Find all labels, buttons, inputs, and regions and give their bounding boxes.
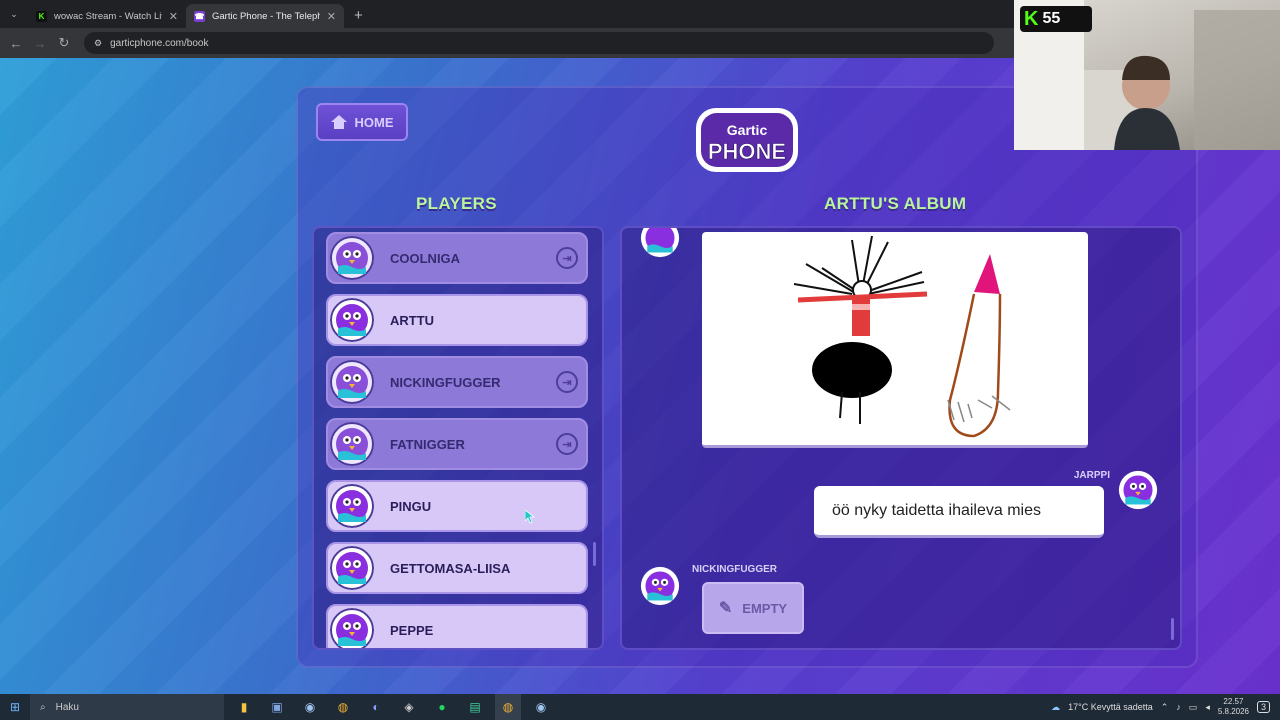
spotify-icon[interactable]: ● <box>429 694 455 720</box>
bird-avatar-icon <box>1118 470 1158 510</box>
player-row[interactable]: NICKINGFUGGER ⇥ <box>326 356 588 408</box>
next-author-name: NICKINGFUGGER <box>692 564 777 575</box>
windows-taskbar: ⊞ ⌕ Haku ▮ ▣ ◉ ◍ ◐ ◈ ● ▤ ◍ ◉ ☁ 17°C Kevy… <box>0 694 1280 720</box>
kick-icon: K <box>1024 7 1039 30</box>
steam-icon[interactable]: ◉ <box>528 694 554 720</box>
bird-avatar-icon <box>640 566 680 606</box>
player-list[interactable]: COOLNIGA ⇥ ARTTU NICKINGFUGGER ⇥ FATNIGG… <box>312 226 604 650</box>
players-header: PLAYERS <box>416 194 497 213</box>
bird-avatar-icon <box>330 298 374 342</box>
mouse-cursor-icon <box>525 510 535 524</box>
gartic-phone-logo: Gartic PHONE <box>684 104 810 178</box>
app-icon[interactable]: ▤ <box>462 694 488 720</box>
album-header: ARTTU'S ALBUM <box>824 194 967 213</box>
guess-author-name: JARPPI <box>1073 470 1110 481</box>
viewer-count: 55 <box>1042 10 1061 27</box>
forward-icon[interactable]: → <box>28 36 52 51</box>
player-row[interactable]: ARTTU <box>326 294 588 346</box>
volume-icon[interactable]: ◂ <box>1205 702 1210 713</box>
kick-player-icon[interactable]: ⇥ <box>556 371 578 393</box>
tab-search-dropdown-icon[interactable]: ⌄ <box>4 4 24 24</box>
player-row[interactable]: COOLNIGA ⇥ <box>326 232 588 284</box>
tab-title: wowac Stream - Watch Live on K <box>54 10 162 22</box>
new-tab-icon[interactable]: + <box>344 7 373 28</box>
player-name: NICKINGFUGGER <box>390 374 501 390</box>
bird-avatar-icon <box>640 228 680 258</box>
chrome-icon[interactable]: ◍ <box>330 694 356 720</box>
chrome-active-icon[interactable]: ◍ <box>495 694 521 720</box>
logo-main-text: PHONE <box>708 139 786 164</box>
player-name: GETTOMASA-LIISA <box>390 560 511 576</box>
guess-text: öö nyky taidetta ihaileva mies <box>832 501 1041 519</box>
microphone-icon[interactable]: ♪ <box>1176 702 1181 712</box>
system-tray: ☁ 17°C Kevyttä sadetta ⌃ ♪ ▭ ◂ 22.57 5.8… <box>1051 697 1280 717</box>
viewer-count-badge: K 55 <box>1020 6 1092 32</box>
player-name: PINGU <box>390 498 432 514</box>
gartic-icon: ☎ <box>194 10 205 22</box>
player-name: ARTTU <box>390 312 435 328</box>
game-stage: HOME Gartic PHONE PLAYERS ARTTU'S ALBUM … <box>0 58 1280 694</box>
player-row[interactable]: FATNIGGER ⇥ <box>326 418 588 470</box>
chevron-up-icon[interactable]: ⌃ <box>1161 702 1169 713</box>
kick-player-icon[interactable]: ⇥ <box>556 433 578 455</box>
guess-bubble: öö nyky taidetta ihaileva mies <box>814 486 1104 538</box>
site-info-icon[interactable]: ⚙ <box>94 38 102 49</box>
url-text: garticphone.com/book <box>110 37 209 49</box>
close-tab-icon[interactable]: ✕ <box>327 10 336 23</box>
album-drawing <box>702 232 1088 448</box>
tab-kick-stream[interactable]: K wowac Stream - Watch Live on K ✕ <box>28 4 186 28</box>
reload-icon[interactable]: ↻ <box>52 35 76 51</box>
app-icon[interactable]: ◈ <box>396 694 422 720</box>
player-name: FATNIGGER <box>390 436 465 452</box>
taskbar-search[interactable]: ⌕ Haku <box>30 694 224 720</box>
album-scrollbar[interactable] <box>1171 618 1174 640</box>
clock-date: 5.8.2026 <box>1217 707 1249 716</box>
home-label: HOME <box>354 114 394 130</box>
bird-avatar-icon <box>330 546 374 590</box>
player-row[interactable]: GETTOMASA-LIISA <box>326 542 588 594</box>
webcam-overlay: K 55 <box>1014 0 1280 150</box>
player-name: PEPPE <box>390 622 434 638</box>
home-icon <box>330 115 347 129</box>
bird-avatar-icon <box>330 236 374 280</box>
empty-entry: ✎ EMPTY <box>702 582 804 634</box>
close-tab-icon[interactable]: ✕ <box>169 10 178 23</box>
app-icon[interactable]: ▣ <box>264 694 290 720</box>
logo-top-text: Gartic <box>727 122 768 138</box>
player-row[interactable]: PEPPE <box>326 604 588 648</box>
album-feed[interactable]: JARPPI öö nyky taidetta ihaileva mies NI… <box>620 226 1182 650</box>
tab-gartic-phone[interactable]: ☎ Gartic Phone - The Telephone G ✕ <box>186 4 344 28</box>
player-list-scrollbar[interactable] <box>593 542 596 566</box>
weather-text[interactable]: 17°C Kevyttä sadetta <box>1068 702 1153 712</box>
player-name: COOLNIGA <box>390 250 461 266</box>
discord-icon[interactable]: ◐ <box>363 694 389 720</box>
network-icon[interactable]: ▭ <box>1189 702 1198 713</box>
bird-avatar-icon <box>330 484 374 528</box>
url-field[interactable]: ⚙ garticphone.com/book <box>84 32 994 54</box>
kick-player-icon[interactable]: ⇥ <box>556 247 578 269</box>
pencil-icon: ✎ <box>718 600 733 617</box>
windows-start-icon[interactable]: ⊞ <box>10 700 20 714</box>
bird-avatar-icon <box>330 608 374 648</box>
bird-avatar-icon <box>330 422 374 466</box>
player-row[interactable]: PINGU <box>326 480 588 532</box>
weather-icon: ☁ <box>1051 701 1061 712</box>
steam-icon[interactable]: ◉ <box>297 694 323 720</box>
search-placeholder: Haku <box>55 701 79 713</box>
search-icon: ⌕ <box>40 701 46 713</box>
empty-label: EMPTY <box>742 600 788 616</box>
clock[interactable]: 22.57 5.8.2026 <box>1218 697 1249 717</box>
tab-title: Gartic Phone - The Telephone G <box>212 10 320 22</box>
kick-icon: K <box>36 10 47 22</box>
home-button[interactable]: HOME <box>316 103 408 141</box>
drawing-canvas <box>793 235 1011 438</box>
notification-icon[interactable]: 3 <box>1256 701 1270 713</box>
back-icon[interactable]: ← <box>4 36 28 51</box>
bird-avatar-icon <box>330 360 374 404</box>
file-explorer-icon[interactable]: ▮ <box>231 694 257 720</box>
clock-time: 22.57 <box>1223 697 1244 706</box>
